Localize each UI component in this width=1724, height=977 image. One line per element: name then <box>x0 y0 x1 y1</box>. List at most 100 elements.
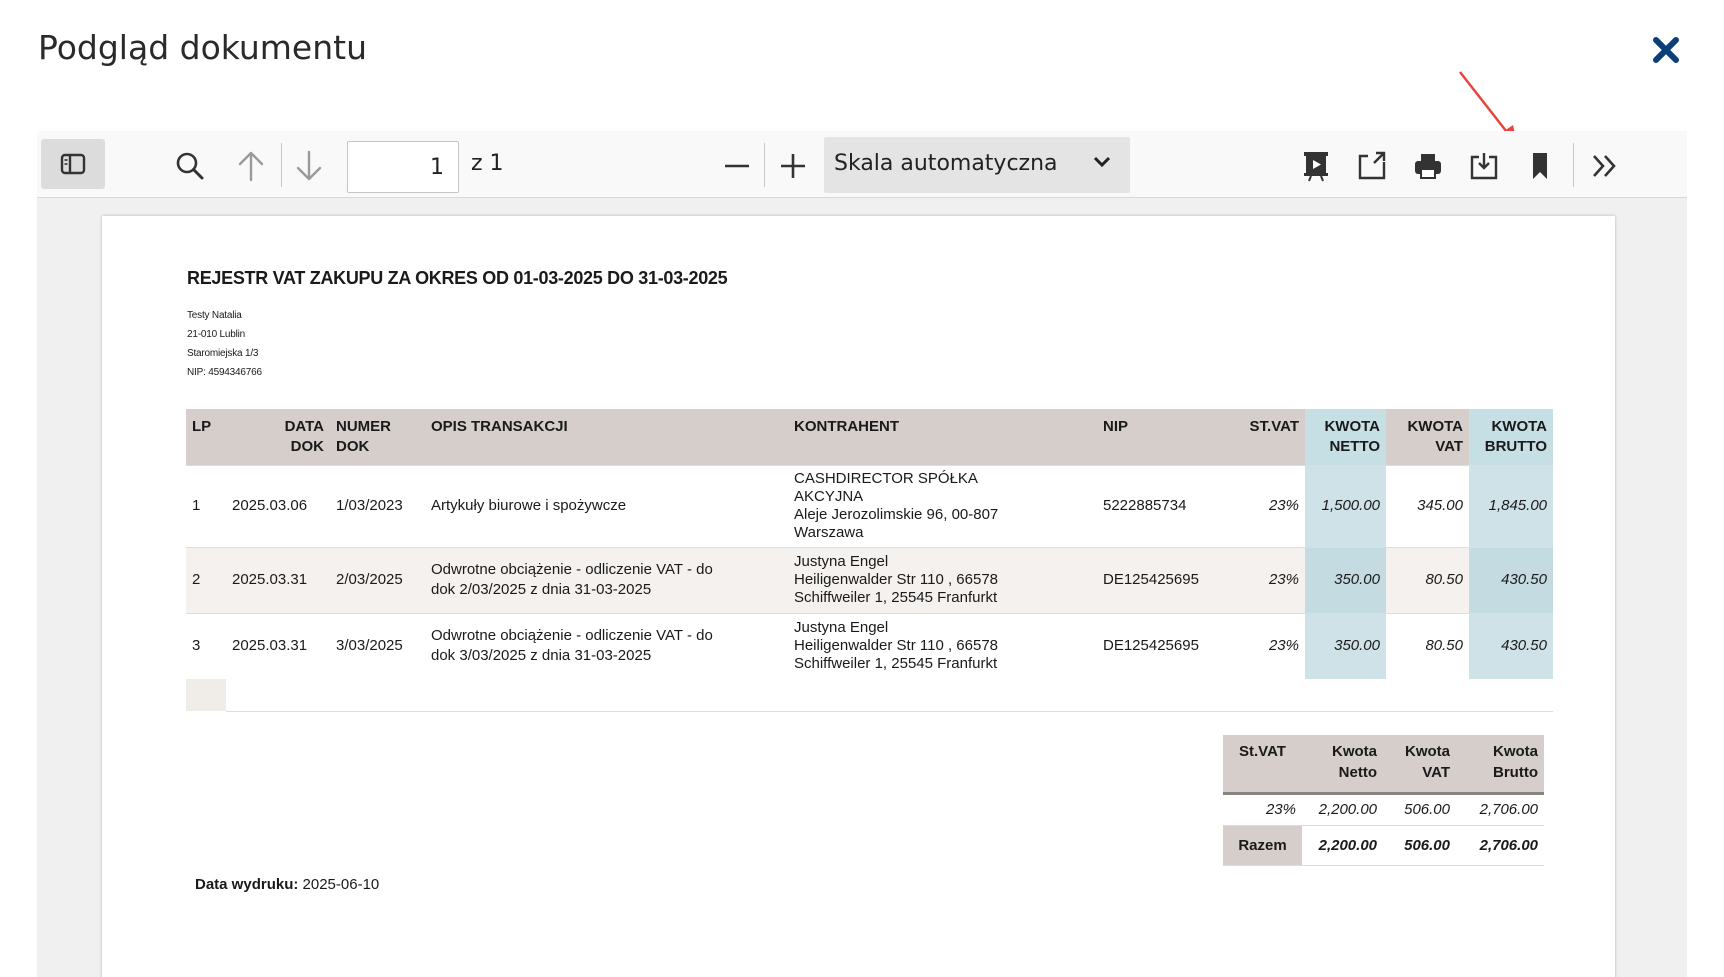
summary-total-net: 2,200.00 <box>1302 825 1383 866</box>
zoom-in-icon <box>781 154 805 178</box>
pdf-toolbar: z 1 Skala automatyczna <box>37 131 1687 198</box>
header-number: NUMER DOK <box>330 409 425 465</box>
header-description: OPIS TRANSAKCJI <box>425 409 788 465</box>
table-row: 2 2025.03.31 2/03/2025 Odwrotne obciążen… <box>186 546 1553 613</box>
summary-header-net: Kwota Netto <box>1302 735 1383 795</box>
print-date: Data wydruku: 2025-06-10 <box>195 876 379 893</box>
row-nip: DE125425695 <box>1097 546 1225 613</box>
summary-gross: 2,706.00 <box>1456 793 1544 826</box>
summary-vat: 506.00 <box>1383 793 1456 826</box>
header-net: KWOTA NETTO <box>1305 409 1386 465</box>
row-number: 3/03/2025 <box>330 612 425 679</box>
toolbar-separator <box>1573 143 1574 187</box>
summary-total-label: Razem <box>1223 825 1302 866</box>
company-city: 21-010 Lublin <box>187 329 246 340</box>
table-row: 1 2025.03.06 1/03/2023 Artykuły biurowe … <box>186 464 1553 547</box>
presentation-icon <box>1304 152 1328 182</box>
company-nip: NIP: 4594346766 <box>187 367 262 378</box>
row-nip: 5222885734 <box>1097 464 1225 547</box>
sidebar-toggle-button[interactable] <box>41 139 105 189</box>
close-icon <box>1653 37 1679 63</box>
download-icon <box>1470 153 1498 180</box>
download-button[interactable] <box>1462 141 1506 191</box>
row-date: 2025.03.31 <box>226 612 330 679</box>
document-page: REJESTR VAT ZAKUPU ZA OKRES OD 01-03-202… <box>102 216 1615 977</box>
row-contractor: Justyna Engel Heiligenwalder Str 110 , 6… <box>788 612 1097 679</box>
print-button[interactable] <box>1406 141 1450 191</box>
company-info: Testy Natalia 21-010 Lublin Staromiejska… <box>187 306 262 382</box>
print-icon <box>1415 154 1441 179</box>
row-number: 1/03/2023 <box>330 464 425 547</box>
table-row: 3 2025.03.31 3/03/2025 Odwrotne obciążen… <box>186 612 1553 679</box>
row-description: Artykuły biurowe i spożywcze <box>425 464 788 547</box>
row-gross: 430.50 <box>1469 612 1553 679</box>
header-gross: KWOTA BRUTTO <box>1469 409 1553 465</box>
document-title: REJESTR VAT ZAKUPU ZA OKRES OD 01-03-202… <box>187 268 728 288</box>
row-gross: 430.50 <box>1469 546 1553 613</box>
row-description: Odwrotne obciążenie - odliczenie VAT - d… <box>425 546 788 613</box>
search-button[interactable] <box>165 141 215 191</box>
arrow-down-icon <box>296 150 322 181</box>
row-vat: 345.00 <box>1386 464 1469 547</box>
row-net: 1,500.00 <box>1305 464 1386 547</box>
summary-total-gross: 2,706.00 <box>1456 825 1544 866</box>
row-lp: 1 <box>186 464 226 547</box>
header-nip: NIP <box>1097 409 1225 465</box>
row-contractor: CASHDIRECTOR SPÓŁKA AKCYJNA Aleje Jerozo… <box>788 464 1097 547</box>
summary-total-row: Razem 2,200.00 506.00 2,706.00 <box>1223 825 1544 866</box>
close-button[interactable] <box>1646 30 1686 70</box>
row-contractor: Justyna Engel Heiligenwalder Str 110 , 6… <box>788 546 1097 613</box>
header-vat-rate: ST.VAT <box>1225 409 1305 465</box>
summary-rate: 23% <box>1223 793 1302 826</box>
scale-select[interactable]: Skala automatyczna <box>824 137 1130 193</box>
header-vat: KWOTA VAT <box>1386 409 1469 465</box>
summary-row: 23% 2,200.00 506.00 2,706.00 <box>1223 793 1544 826</box>
row-lp: 3 <box>186 612 226 679</box>
previous-page-button[interactable] <box>229 141 273 191</box>
scale-select-value: Skala automatyczna <box>834 151 1058 176</box>
row-vat: 80.50 <box>1386 612 1469 679</box>
row-date: 2025.03.06 <box>226 464 330 547</box>
row-net: 350.00 <box>1305 612 1386 679</box>
summary-table: St.VAT Kwota Netto Kwota VAT Kwota Brutto 2… <box>1223 735 1544 866</box>
toolbar-separator <box>764 143 765 187</box>
bookmark-button[interactable] <box>1518 141 1562 191</box>
row-gross: 1,845.00 <box>1469 464 1553 547</box>
zoom-out-button[interactable] <box>715 141 759 191</box>
document-content: REJESTR VAT ZAKUPU ZA OKRES OD 01-03-202… <box>102 216 1615 977</box>
row-vat: 80.50 <box>1386 546 1469 613</box>
row-number: 2/03/2025 <box>330 546 425 613</box>
print-date-value: 2025-06-10 <box>302 876 380 893</box>
header-contractor: KONTRAHENT <box>788 409 1097 465</box>
search-icon <box>176 152 204 180</box>
dialog-title: Podgląd dokumentu <box>38 28 368 67</box>
open-file-button[interactable] <box>1350 141 1394 191</box>
print-date-label: Data wydruku: <box>195 876 299 893</box>
row-vat-rate: 23% <box>1225 464 1305 547</box>
zoom-out-icon <box>725 164 749 168</box>
zoom-in-button[interactable] <box>771 141 815 191</box>
pdf-viewer: z 1 Skala automatyczna <box>37 131 1687 977</box>
bookmark-icon <box>1533 153 1547 179</box>
summary-total-vat: 506.00 <box>1383 825 1456 866</box>
vat-register-table: LP DATA DOK NUMER DOK OPIS TRANSAKCJI KONT… <box>186 409 1553 712</box>
row-lp: 2 <box>186 546 226 613</box>
more-tools-button[interactable] <box>1583 141 1627 191</box>
summary-header-vat: Kwota VAT <box>1383 735 1456 795</box>
sidebar-toggle-icon <box>60 153 86 175</box>
row-vat-rate: 23% <box>1225 546 1305 613</box>
table-empty-row <box>186 679 1553 712</box>
row-date: 2025.03.31 <box>226 546 330 613</box>
header-date: DATA DOK <box>226 409 330 465</box>
company-name: Testy Natalia <box>187 310 242 321</box>
summary-header-rate: St.VAT <box>1223 735 1302 795</box>
next-page-button[interactable] <box>287 141 331 191</box>
summary-header-gross: Kwota Brutto <box>1456 735 1544 795</box>
empty-cell <box>226 679 1553 712</box>
more-tools-icon <box>1593 155 1616 177</box>
row-description: Odwrotne obciążenie - odliczenie VAT - d… <box>425 612 788 679</box>
arrow-up-icon <box>238 151 264 182</box>
presentation-mode-button[interactable] <box>1294 141 1338 191</box>
empty-cell <box>186 679 226 711</box>
page-number-input[interactable] <box>347 141 459 193</box>
